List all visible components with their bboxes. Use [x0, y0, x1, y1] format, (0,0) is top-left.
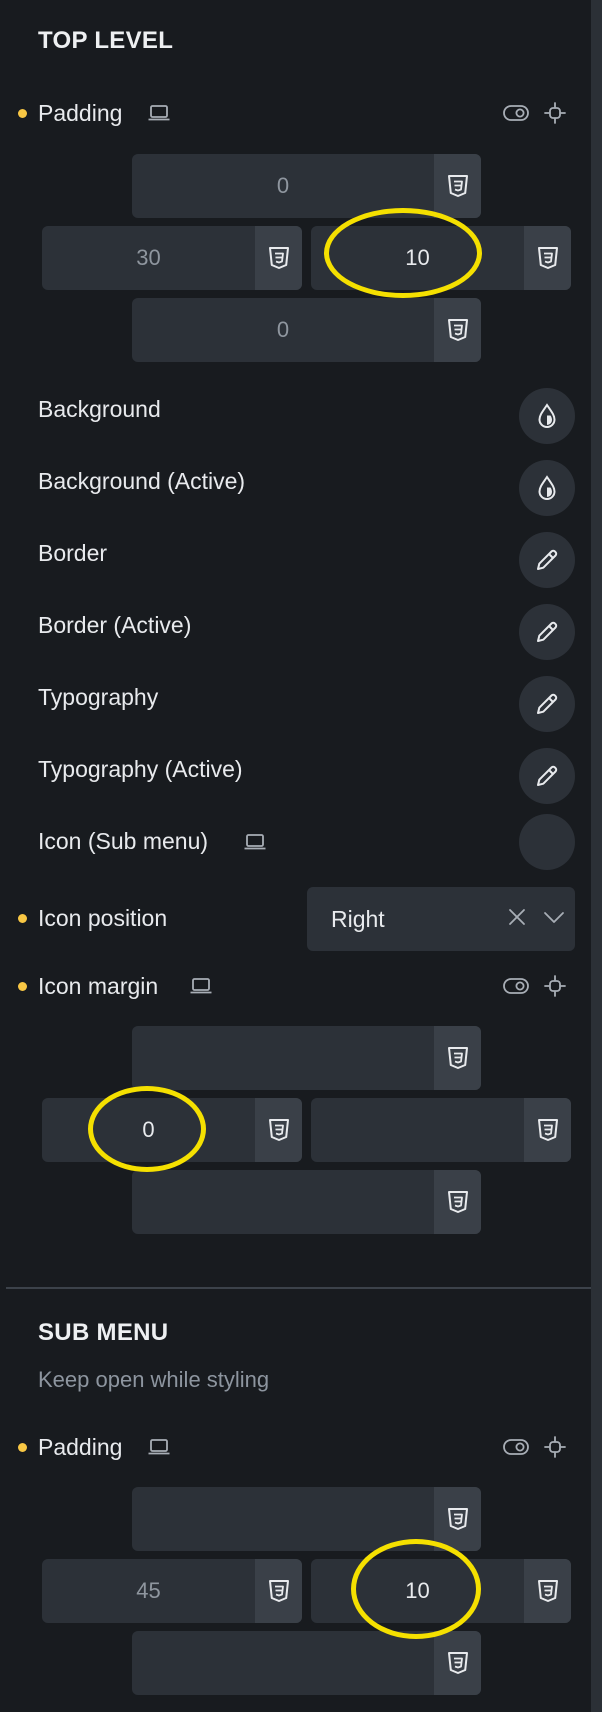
modified-dot — [18, 1443, 27, 1452]
pencil-icon — [537, 693, 558, 714]
icon-margin-bottom-value — [132, 1170, 434, 1234]
monitor-icon[interactable] — [244, 833, 266, 851]
typography-active-edit-button[interactable] — [519, 748, 575, 804]
background-label: Background — [38, 396, 161, 422]
css3-icon[interactable] — [434, 154, 481, 218]
icon-margin-label: Icon margin — [38, 973, 159, 999]
icon-position-label: Icon position — [38, 905, 168, 931]
padding-top-input[interactable]: 0 — [132, 154, 481, 218]
toggle-icon[interactable] — [503, 976, 529, 996]
pencil-icon — [537, 621, 558, 642]
pencil-icon — [537, 549, 558, 570]
css3-icon[interactable] — [255, 226, 302, 290]
css3-icon[interactable] — [524, 1559, 571, 1623]
icon-sub-menu-label: Icon (Sub menu) — [38, 828, 209, 854]
css3-icon[interactable] — [524, 226, 571, 290]
icon-margin-right-input[interactable] — [311, 1098, 571, 1162]
css3-icon[interactable] — [434, 1631, 481, 1695]
droplet-icon — [538, 403, 556, 428]
sub-padding-bottom-input[interactable] — [132, 1631, 481, 1695]
icon-margin-bottom-input[interactable] — [132, 1170, 481, 1234]
padding-bottom-input[interactable]: 0 — [132, 298, 481, 362]
background-picker-button[interactable] — [519, 388, 575, 444]
toggle-icon[interactable] — [503, 1437, 529, 1457]
toggle-icon[interactable] — [503, 103, 529, 123]
background-active-picker-button[interactable] — [519, 460, 575, 516]
link-values-icon[interactable] — [543, 1435, 567, 1459]
icon-position-select[interactable]: Right — [307, 887, 575, 951]
keep-open-note: Keep open while styling — [38, 1367, 270, 1392]
link-values-icon[interactable] — [543, 101, 567, 125]
modified-dot — [18, 914, 27, 923]
css3-icon[interactable] — [434, 1026, 481, 1090]
padding-left-value: 30 — [136, 245, 161, 270]
border-active-edit-button[interactable] — [519, 604, 575, 660]
typography-label: Typography — [38, 684, 159, 710]
border-active-label: Border (Active) — [38, 612, 192, 638]
sub-padding-bottom-value — [132, 1631, 434, 1695]
highlight-circle — [351, 1539, 481, 1639]
icon-sub-menu-picker-button[interactable] — [519, 814, 575, 870]
sub-padding-label: Padding — [38, 1434, 123, 1460]
css3-icon[interactable] — [255, 1559, 302, 1623]
highlight-circle — [324, 208, 482, 298]
link-values-icon[interactable] — [543, 974, 567, 998]
sub-padding-left-input[interactable]: 45 — [42, 1559, 302, 1623]
css3-icon[interactable] — [434, 1170, 481, 1234]
icon-margin-top-value — [132, 1026, 434, 1090]
monitor-icon[interactable] — [148, 104, 170, 122]
padding-left-input[interactable]: 30 — [42, 226, 302, 290]
css3-icon[interactable] — [434, 298, 481, 362]
css3-icon[interactable] — [255, 1098, 302, 1162]
typography-active-label: Typography (Active) — [38, 756, 243, 782]
padding-bottom-value: 0 — [276, 317, 290, 342]
css3-icon[interactable] — [434, 1487, 481, 1551]
sub-padding-top-value — [132, 1487, 434, 1551]
pencil-icon — [537, 765, 558, 786]
background-active-label: Background (Active) — [38, 468, 246, 494]
highlight-circle — [88, 1086, 206, 1172]
border-label: Border — [38, 540, 108, 566]
settings-panel: TOP LEVEL Padding 0 30 10 0 Background B… — [0, 0, 602, 1712]
typography-edit-button[interactable] — [519, 676, 575, 732]
monitor-icon[interactable] — [190, 977, 212, 995]
modified-dot — [18, 982, 27, 991]
chevron-down-icon[interactable] — [543, 909, 565, 925]
clear-icon[interactable] — [507, 907, 527, 927]
section-title-top-level: TOP LEVEL — [38, 27, 174, 54]
droplet-icon — [538, 475, 556, 500]
icon-margin-top-input[interactable] — [132, 1026, 481, 1090]
monitor-icon[interactable] — [148, 1438, 170, 1456]
icon-margin-right-value — [311, 1098, 524, 1162]
css3-icon[interactable] — [524, 1098, 571, 1162]
section-divider — [6, 1287, 591, 1289]
section-title-sub-menu: SUB MENU — [38, 1319, 169, 1346]
padding-label: Padding — [38, 100, 123, 126]
sub-padding-left-value: 45 — [136, 1578, 161, 1603]
modified-dot — [18, 109, 27, 118]
border-edit-button[interactable] — [519, 532, 575, 588]
scrollbar[interactable] — [591, 0, 602, 1712]
icon-position-value: Right — [331, 905, 385, 932]
